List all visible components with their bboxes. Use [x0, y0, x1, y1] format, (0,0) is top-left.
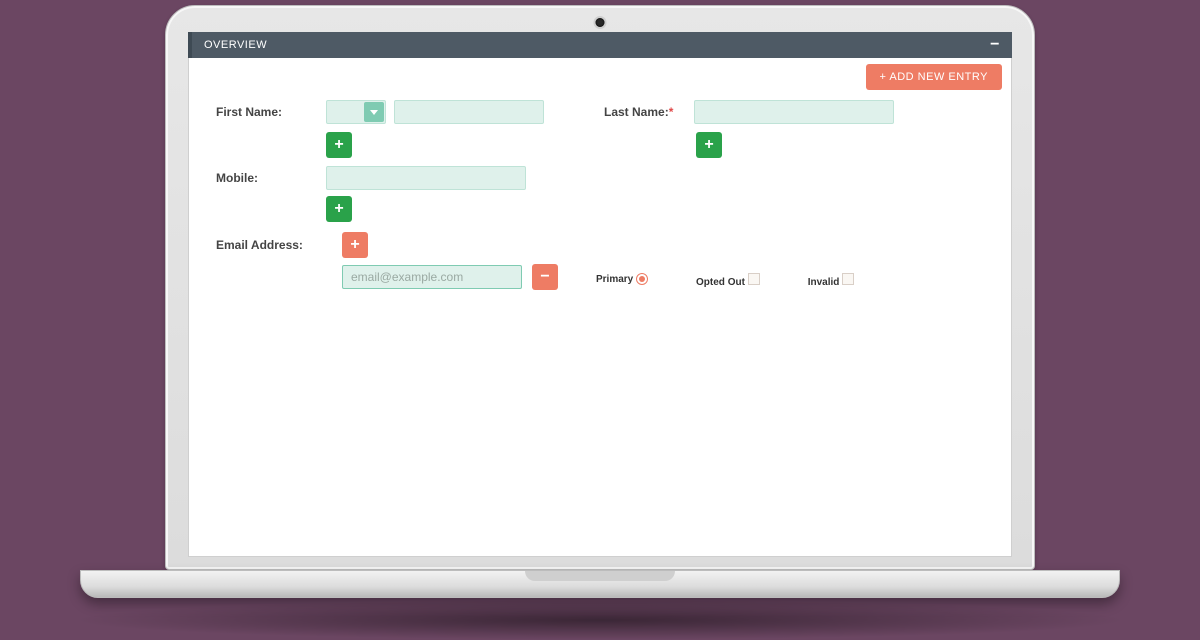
- invalid-checkbox[interactable]: [842, 273, 854, 285]
- last-name-label: Last Name:*: [604, 105, 694, 119]
- add-email-button[interactable]: +: [342, 232, 368, 258]
- collapse-icon[interactable]: −: [990, 40, 1000, 50]
- mobile-row: Mobile:: [216, 166, 984, 190]
- plus-icon: +: [334, 198, 343, 220]
- plus-icon: +: [334, 134, 343, 156]
- add-first-name-button[interactable]: +: [326, 132, 352, 158]
- invalid-label: Invalid: [808, 277, 840, 288]
- add-mobile-button[interactable]: +: [326, 196, 352, 222]
- toolbar: + ADD NEW ENTRY: [188, 58, 1012, 94]
- laptop-base: [80, 570, 1120, 598]
- name-prefix-select-wrap: [326, 100, 386, 124]
- email-label: Email Address:: [216, 238, 342, 252]
- opted-out-label: Opted Out: [696, 277, 745, 288]
- add-new-entry-button[interactable]: + ADD NEW ENTRY: [866, 64, 1002, 90]
- plus-icon: +: [704, 134, 713, 156]
- last-name-input[interactable]: [694, 100, 894, 124]
- laptop-mockup: OVERVIEW − + ADD NEW ENTRY First Name:: [165, 5, 1035, 640]
- laptop-bezel: OVERVIEW − + ADD NEW ENTRY First Name:: [165, 5, 1035, 570]
- last-name-label-text: Last Name:: [604, 105, 669, 119]
- mobile-input[interactable]: [326, 166, 526, 190]
- camera-dot: [596, 18, 605, 27]
- name-row: First Name: Last Name:*: [216, 100, 984, 124]
- email-label-row: Email Address: +: [216, 232, 984, 258]
- email-section: Email Address: + − Primary: [216, 232, 984, 290]
- primary-radio[interactable]: [636, 273, 648, 285]
- mobile-add-row: +: [216, 196, 984, 222]
- opted-out-flag: Opted Out: [696, 267, 760, 288]
- email-entry-row: − Primary Opted Out: [216, 264, 984, 290]
- first-name-controls: [326, 100, 544, 124]
- minus-icon: −: [540, 266, 549, 288]
- mobile-label: Mobile:: [216, 171, 326, 185]
- app-screen: OVERVIEW − + ADD NEW ENTRY First Name:: [188, 32, 1012, 557]
- opted-out-checkbox[interactable]: [748, 273, 760, 285]
- plus-icon: +: [350, 234, 359, 256]
- remove-email-button[interactable]: −: [532, 264, 558, 290]
- email-input[interactable]: [342, 265, 522, 289]
- add-last-name-button[interactable]: +: [696, 132, 722, 158]
- laptop-shadow: [70, 600, 1130, 640]
- required-mark: *: [669, 105, 674, 119]
- primary-flag: Primary: [596, 267, 648, 285]
- invalid-flag: Invalid: [808, 267, 854, 288]
- email-flags: Primary Opted Out Invalid: [596, 267, 854, 288]
- name-prefix-select[interactable]: [326, 100, 386, 124]
- panel-title: OVERVIEW: [204, 39, 267, 51]
- first-name-label: First Name:: [216, 105, 326, 119]
- form-area: First Name: Last Name:*: [188, 94, 1012, 296]
- primary-label: Primary: [596, 274, 633, 285]
- name-add-row: + +: [216, 132, 984, 158]
- first-name-input[interactable]: [394, 100, 544, 124]
- panel-header: OVERVIEW −: [188, 32, 1012, 58]
